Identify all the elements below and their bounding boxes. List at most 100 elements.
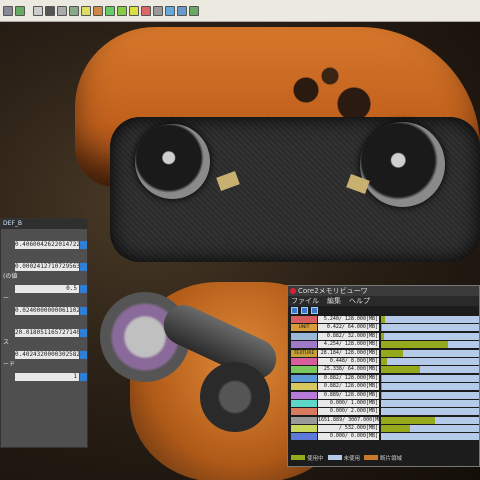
- property-row: 0.4060042622014722: [1, 239, 87, 251]
- memory-usage-bar: [381, 433, 479, 441]
- texture-icon[interactable]: [117, 5, 127, 16]
- robot-right-eye: [360, 122, 445, 207]
- memory-row[interactable]: 1651.889/ 3007.000[MB]: [291, 416, 479, 424]
- memory-usage-fill: [381, 349, 403, 357]
- settings-icon[interactable]: [165, 5, 175, 16]
- memory-usage-fill: [381, 383, 382, 391]
- help-icon[interactable]: [177, 5, 187, 16]
- memory-row[interactable]: 25.338/ 64.000[MB]: [291, 366, 479, 374]
- memory-usage-value: 0.882/ 32.000[MB]: [318, 332, 379, 340]
- memory-row[interactable]: 0.000/ 2.000[MB]: [291, 408, 479, 416]
- property-value-field[interactable]: 0.0002412710729563: [15, 263, 79, 271]
- legend-swatch: [291, 455, 305, 460]
- memory-category-label: [291, 408, 317, 416]
- memory-usage-value: 4.254/ 128.000[MB]: [318, 341, 379, 349]
- memory-row[interactable]: 0.000/ 1.000[MB]: [291, 399, 479, 408]
- property-label: ー: [3, 295, 10, 302]
- options-icon[interactable]: [311, 307, 318, 314]
- property-label: (の値: [3, 273, 18, 280]
- legend-label: 未使用: [343, 456, 361, 462]
- property-value-field[interactable]: 0.5: [15, 285, 79, 293]
- memory-category-label: [291, 366, 317, 374]
- memory-row[interactable]: 0.448/ 8.000[MB]: [291, 357, 479, 366]
- property-label: ード: [3, 361, 16, 368]
- menu-help[interactable]: ヘルプ: [349, 296, 370, 306]
- camera-icon[interactable]: [33, 5, 43, 16]
- shader-icon[interactable]: [105, 5, 115, 16]
- play-icon[interactable]: [15, 5, 25, 16]
- property-value-field[interactable]: 20.0180511657271404: [15, 329, 79, 337]
- property-edit-button[interactable]: [80, 241, 87, 249]
- memory-usage-bar: [381, 315, 479, 323]
- property-value-field[interactable]: 0.4024320000302582: [15, 351, 79, 359]
- memory-usage-bar: [381, 391, 479, 399]
- light-icon[interactable]: [81, 5, 91, 16]
- material-icon[interactable]: [93, 5, 103, 16]
- property-value-field[interactable]: 0.02400000000611025: [15, 307, 79, 315]
- memory-category-label: [291, 374, 317, 382]
- property-value-field[interactable]: 1: [15, 373, 79, 381]
- app-icon: [290, 288, 296, 294]
- memory-row[interactable]: 0.882/ 128.000[MB]: [291, 383, 479, 391]
- robot-wrist-joint: [200, 362, 270, 432]
- info-icon[interactable]: [189, 5, 199, 16]
- tool-icon[interactable]: [129, 5, 139, 16]
- memory-usage-bar: [381, 332, 479, 340]
- legend-item: 未使用: [327, 454, 361, 462]
- property-row: 0.02400000000611025: [1, 305, 87, 317]
- zoom-icon[interactable]: [45, 5, 55, 16]
- property-value-field[interactable]: 0.4060042622014722: [15, 241, 79, 249]
- refresh-icon[interactable]: [291, 307, 298, 314]
- memory-usage-bar: [381, 383, 479, 391]
- memory-usage-fill: [381, 332, 384, 340]
- memory-row[interactable]: 4.254/ 128.000[MB]: [291, 341, 479, 349]
- save-icon[interactable]: [301, 307, 308, 314]
- property-row: 20.0180511657271404: [1, 327, 87, 339]
- layers-icon[interactable]: [57, 5, 67, 16]
- memory-usage-fill: [381, 357, 387, 365]
- property-label: [1, 251, 87, 259]
- memory-row[interactable]: 0.882/ 128.000[MB]: [291, 374, 479, 382]
- robot-left-eye: [135, 124, 210, 199]
- menu-edit[interactable]: 編集: [327, 296, 341, 306]
- mesh-icon[interactable]: [69, 5, 79, 16]
- memory-category-label: [291, 399, 317, 407]
- legend-swatch: [327, 455, 342, 460]
- memory-category-label: UNIT: [291, 324, 317, 332]
- memory-usage-value: 28.184/ 128.000[MB]: [318, 349, 379, 357]
- memory-usage-value: 0.882/ 128.000[MB]: [318, 383, 379, 391]
- property-edit-button[interactable]: [80, 307, 87, 315]
- memory-row[interactable]: / 532.000[MB]: [291, 425, 479, 433]
- memory-row[interactable]: TEXTURE 28.184/ 128.000[MB]: [291, 349, 479, 357]
- property-panel: DEF_B 0.4060042622014722 0.00024127107295…: [0, 218, 88, 448]
- memory-row[interactable]: 5.240/ 128.000[MB]: [291, 315, 479, 324]
- memory-usage-fill: [381, 374, 382, 382]
- memory-usage-bar: [381, 374, 479, 382]
- menu-file[interactable]: ファイル: [291, 296, 319, 306]
- memory-category-label: TEXTURE: [291, 349, 317, 357]
- property-edit-button[interactable]: [80, 373, 87, 381]
- property-row: 0.4024320000302582: [1, 349, 87, 361]
- memory-category-label: [291, 416, 317, 424]
- memory-usage-value: 1651.889/ 3007.000[MB]: [318, 416, 379, 424]
- palette-icon[interactable]: [141, 5, 151, 16]
- brush-icon[interactable]: [153, 5, 163, 16]
- memory-row[interactable]: 0.882/ 32.000[MB]: [291, 332, 479, 340]
- legend-swatch: [364, 455, 379, 460]
- property-edit-button[interactable]: [80, 285, 87, 293]
- memory-row[interactable]: 0.000/ 0.000[MB]: [291, 433, 479, 441]
- memory-usage-fill: [381, 425, 411, 433]
- property-edit-button[interactable]: [80, 329, 87, 337]
- memory-viewer-titlebar[interactable]: Core2メモリビューワ: [288, 286, 479, 296]
- memory-usage-value: 0.882/ 128.000[MB]: [318, 374, 379, 382]
- memory-row[interactable]: UNIT 0.422/ 64.000[MB]: [291, 324, 479, 332]
- property-edit-button[interactable]: [80, 351, 87, 359]
- memory-row[interactable]: 0.889/ 128.000[MB]: [291, 391, 479, 399]
- legend-label: 使用中: [307, 456, 324, 462]
- memory-usage-bar: [381, 324, 479, 332]
- memory-viewer-window: Core2メモリビューワ ファイル 編集 ヘルプ 5.240/ 128.000[…: [287, 285, 480, 467]
- property-edit-button[interactable]: [80, 263, 87, 271]
- memory-category-label: [291, 315, 317, 323]
- grid-icon[interactable]: [3, 5, 13, 16]
- memory-usage-value: 0.422/ 64.000[MB]: [318, 324, 379, 332]
